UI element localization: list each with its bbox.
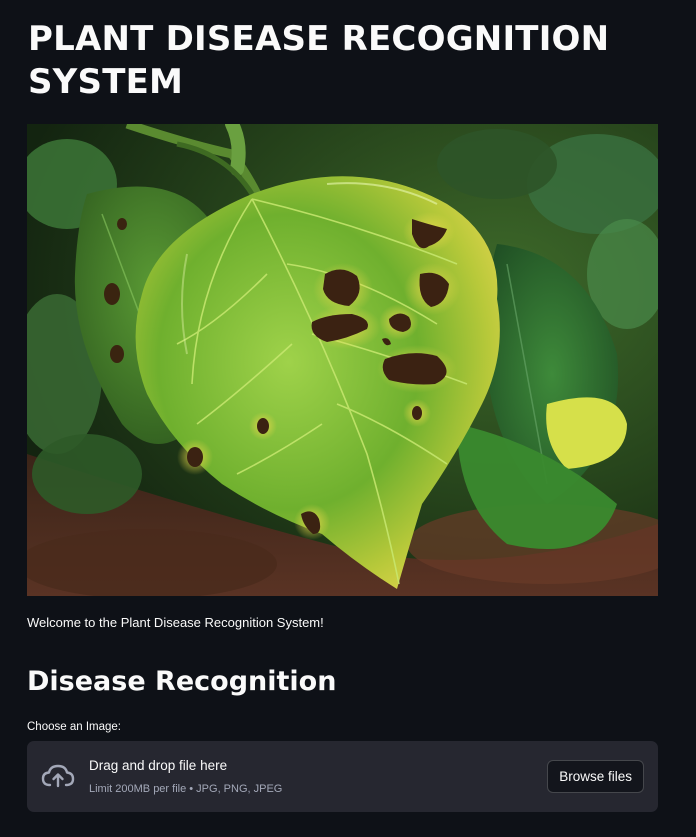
browse-files-button[interactable]: Browse files bbox=[547, 760, 644, 793]
dropzone-title: Drag and drop file here bbox=[89, 758, 228, 773]
disease-recognition-heading: Disease Recognition bbox=[27, 666, 337, 697]
file-uploader-label: Choose an Image: bbox=[27, 721, 121, 733]
dropzone-limit-text: Limit 200MB per file • JPG, PNG, JPEG bbox=[89, 783, 283, 795]
page-title: PLANT DISEASE RECOGNITION SYSTEM bbox=[28, 19, 610, 102]
welcome-text: Welcome to the Plant Disease Recognition… bbox=[27, 615, 324, 630]
hero-image bbox=[27, 124, 658, 596]
cloud-upload-icon bbox=[41, 763, 75, 789]
app-page: PLANT DISEASE RECOGNITION SYSTEM Welcome… bbox=[0, 0, 696, 837]
file-dropzone[interactable]: Drag and drop file here Limit 200MB per … bbox=[27, 741, 658, 812]
